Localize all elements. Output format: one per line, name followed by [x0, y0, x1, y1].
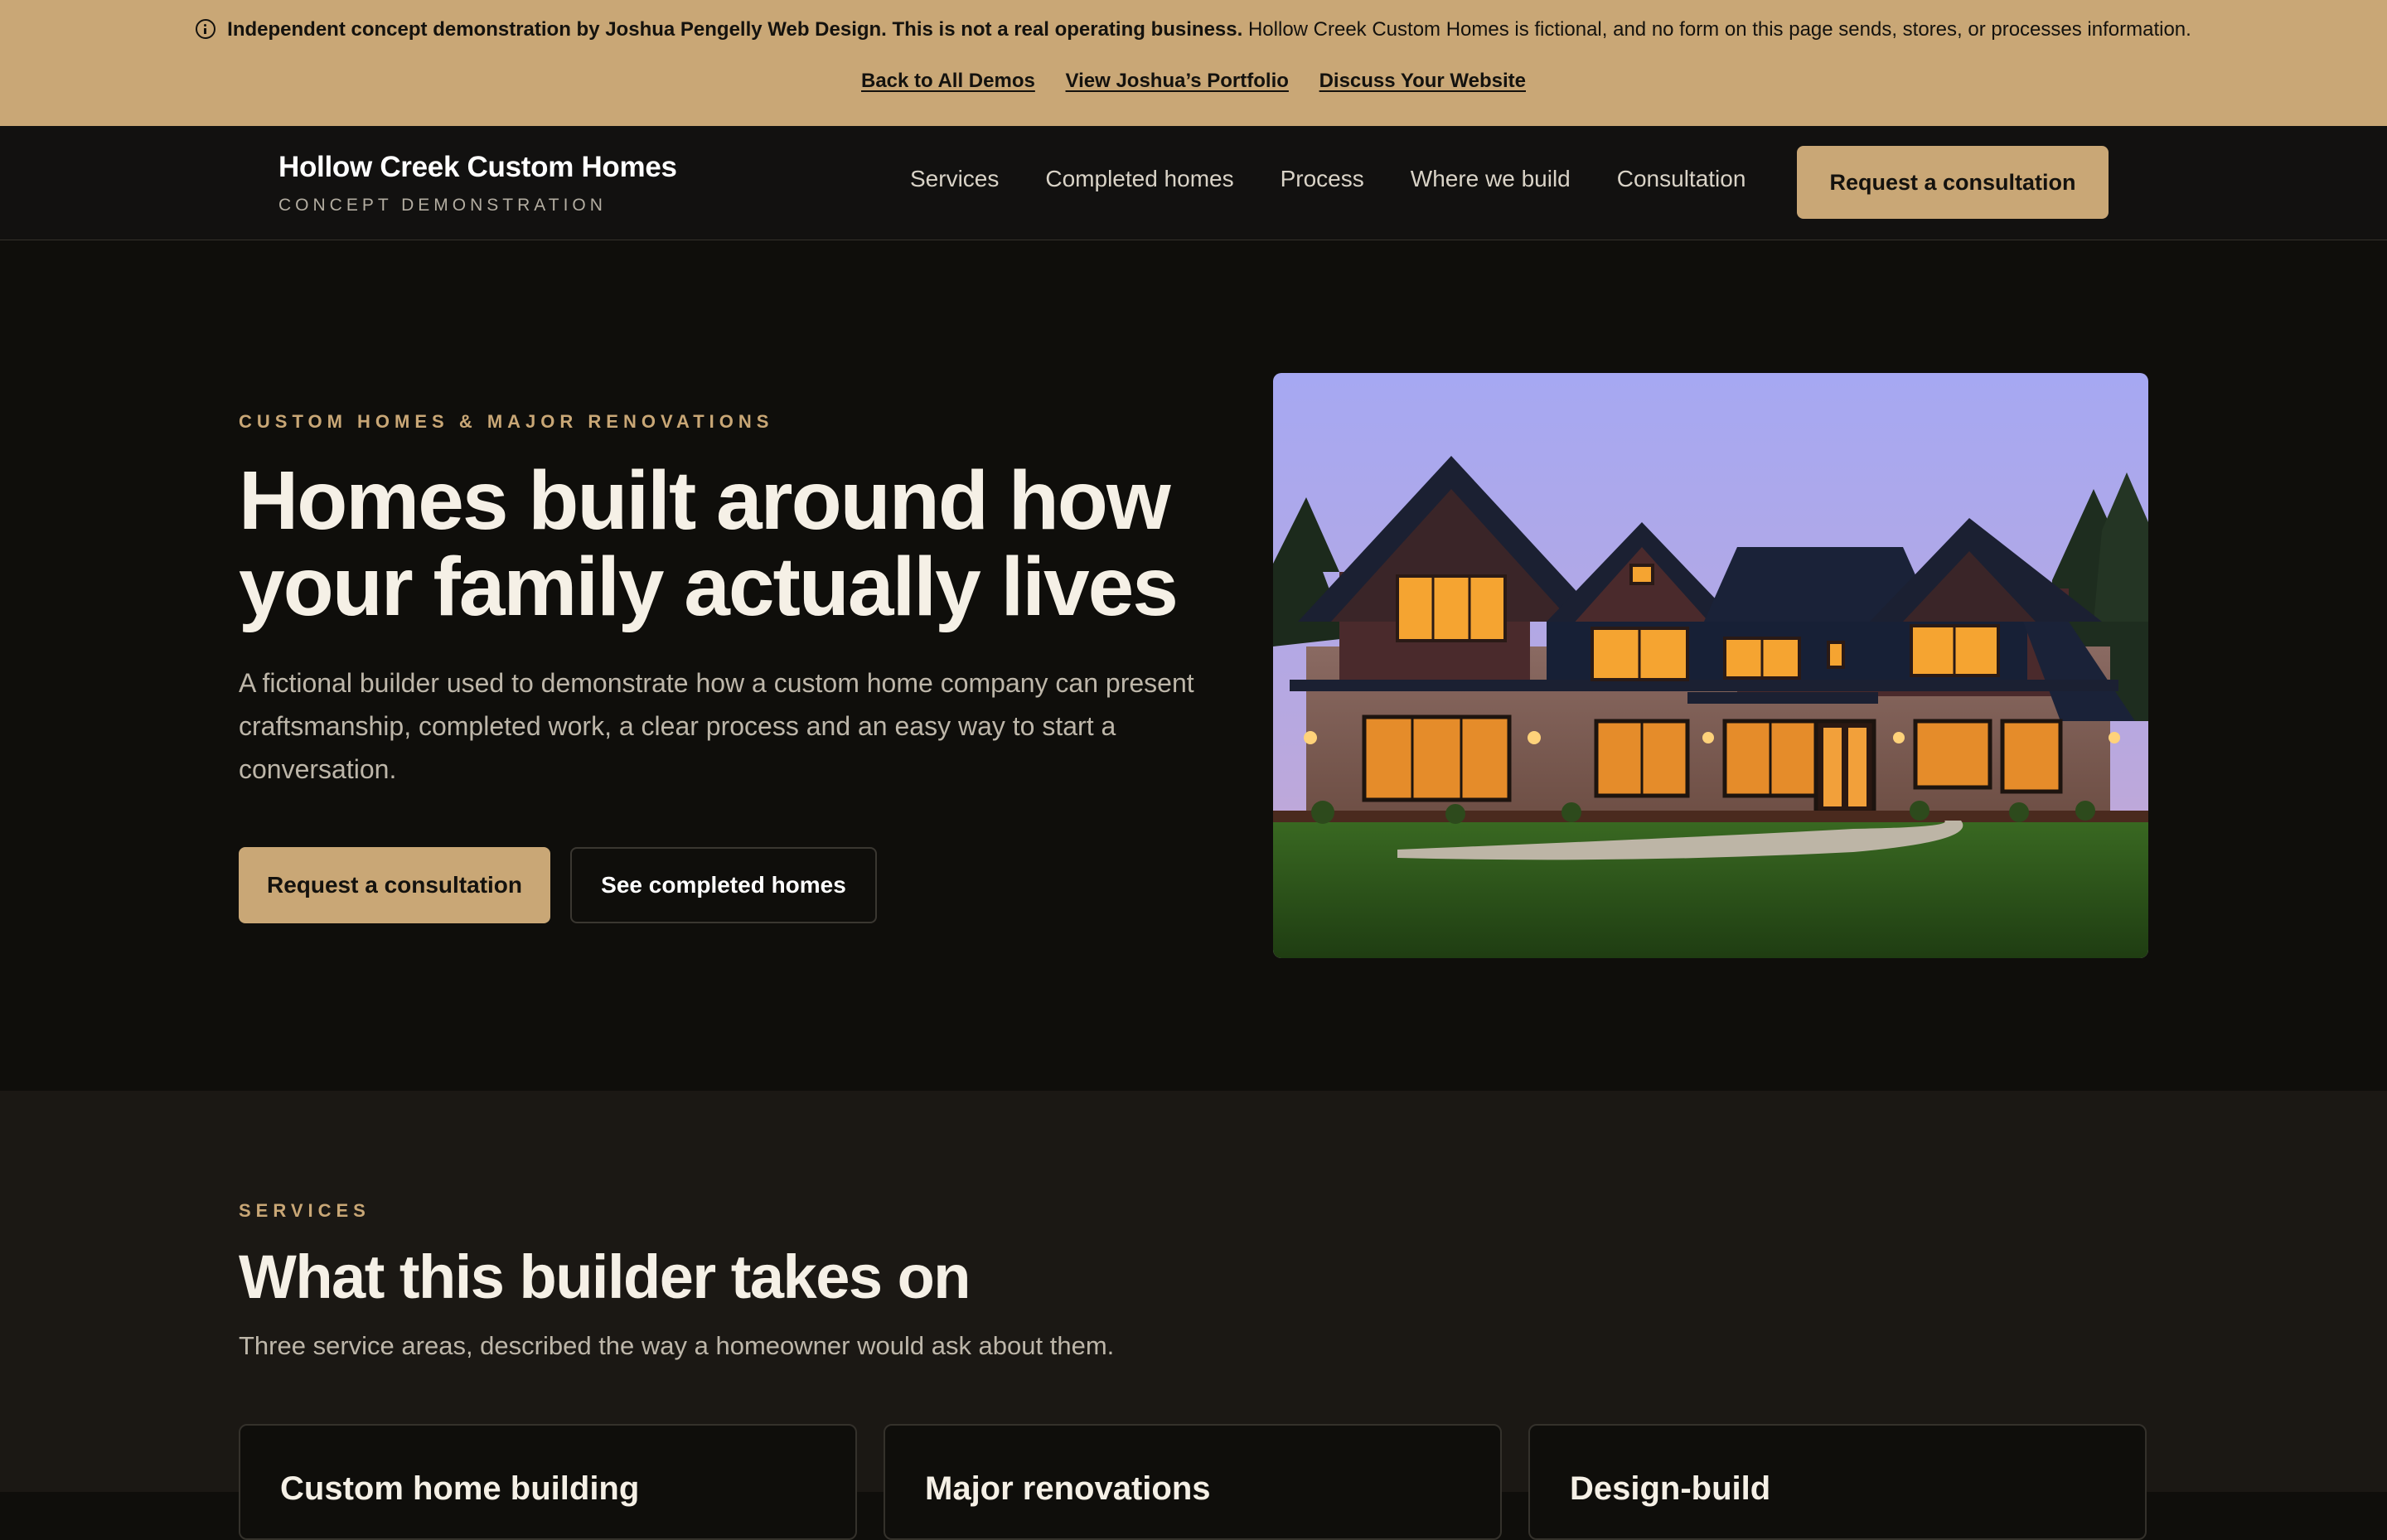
main-nav: Services Completed homes Process Where w…	[910, 166, 1745, 192]
site-header: Hollow Creek Custom Homes CONCEPT DEMONS…	[0, 126, 2387, 240]
brand-name[interactable]: Hollow Creek Custom Homes	[278, 151, 677, 184]
service-card-renovations: Major renovations	[884, 1424, 1502, 1540]
services-eyebrow: SERVICES	[239, 1200, 370, 1221]
service-card-custom-homes: Custom home building	[239, 1424, 857, 1540]
disclaimer-text: Independent concept demonstration by Jos…	[0, 17, 2387, 43]
brand-tagline: CONCEPT DEMONSTRATION	[278, 196, 607, 215]
banner-links: Back to All Demos View Joshua’s Portfoli…	[0, 68, 2387, 94]
service-card-title: Design-build	[1570, 1470, 1771, 1507]
demo-disclaimer-banner: Independent concept demonstration by Jos…	[0, 0, 2387, 126]
services-subtitle: Three service areas, described the way a…	[239, 1331, 1115, 1360]
hero-section: CUSTOM HOMES & MAJOR RENOVATIONS Homes b…	[0, 240, 2387, 1091]
disclaimer-detail: Hollow Creek Custom Homes is fictional, …	[1247, 18, 2191, 41]
nav-link-where-we-build[interactable]: Where we build	[1411, 166, 1571, 192]
hero-title: Homes built around how your family actua…	[239, 454, 1179, 633]
header-consultation-button[interactable]: Request a consultation	[1797, 146, 2109, 219]
service-card-title: Major renovations	[925, 1470, 1211, 1507]
discuss-website-link[interactable]: Discuss Your Website	[1319, 70, 1526, 92]
service-card-title: Custom home building	[280, 1470, 640, 1507]
services-cards: Custom home building Major renovations D…	[239, 1424, 2148, 1540]
service-card-design-build: Design-build	[1528, 1424, 2147, 1540]
services-title: What this builder takes on	[239, 1242, 971, 1311]
nav-link-consultation[interactable]: Consultation	[1617, 166, 1746, 192]
disclaimer-bold: Independent concept demonstration by Jos…	[227, 18, 1243, 41]
info-icon	[196, 19, 216, 39]
view-portfolio-link[interactable]: View Joshua’s Portfolio	[1066, 70, 1289, 92]
hero-eyebrow: CUSTOM HOMES & MAJOR RENOVATIONS	[239, 411, 774, 432]
hero-consultation-button[interactable]: Request a consultation	[239, 847, 550, 923]
services-section: SERVICES What this builder takes on Thre…	[0, 1091, 2387, 1540]
nav-link-services[interactable]: Services	[910, 166, 999, 192]
nav-link-completed-homes[interactable]: Completed homes	[1045, 166, 1233, 192]
hero-subtitle: A fictional builder used to demonstrate …	[239, 668, 1194, 784]
hero-house-image	[1273, 373, 2148, 958]
back-to-demos-link[interactable]: Back to All Demos	[861, 70, 1035, 92]
see-completed-homes-button[interactable]: See completed homes	[570, 847, 877, 923]
nav-link-process[interactable]: Process	[1281, 166, 1364, 192]
